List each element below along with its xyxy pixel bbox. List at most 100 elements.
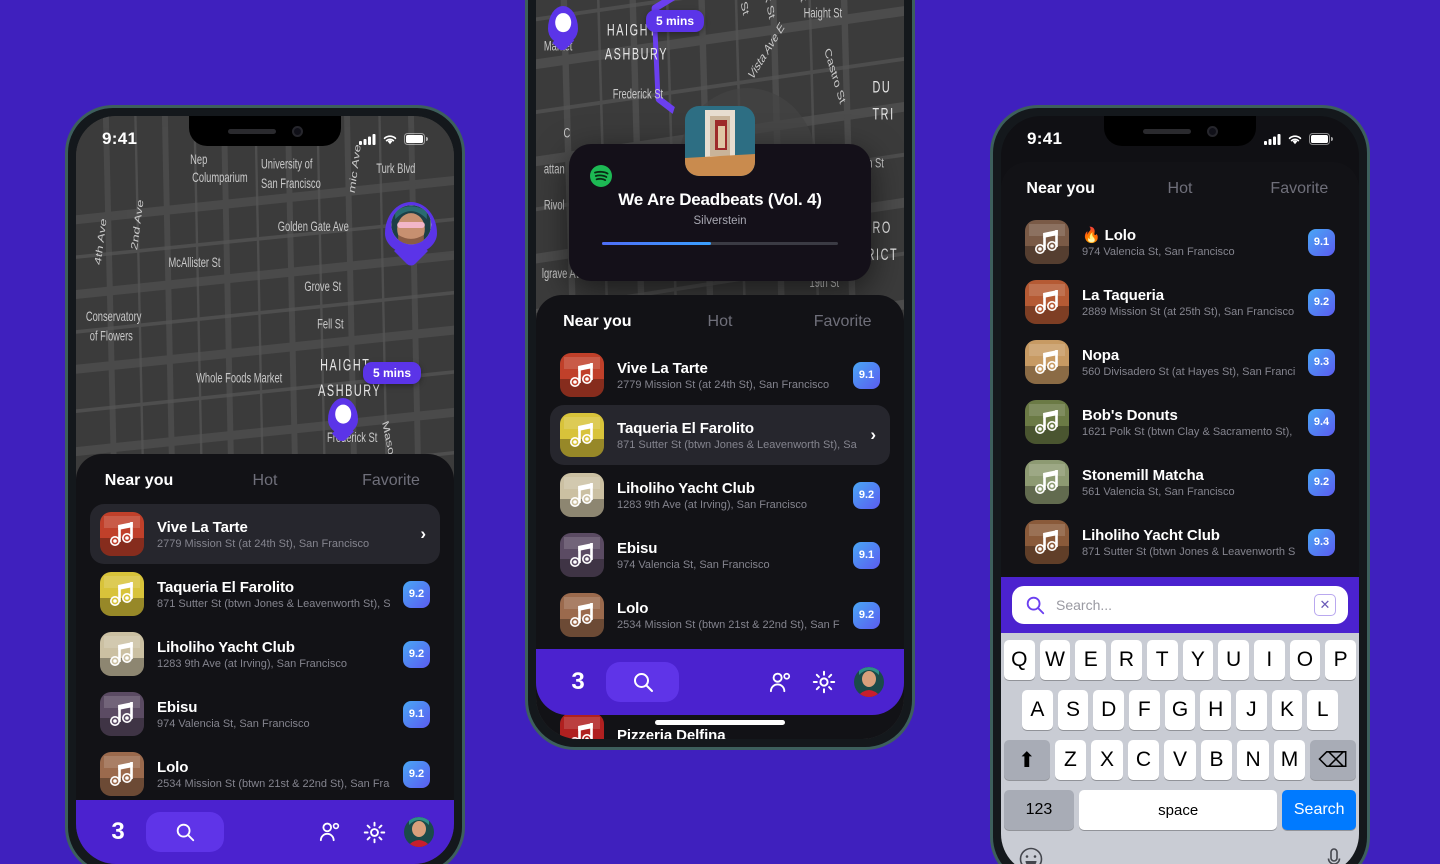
- place-row[interactable]: Taqueria El Farolito 871 Sutter St (btwn …: [550, 405, 890, 465]
- place-thumbnail-art: [560, 413, 604, 457]
- tab-favorite[interactable]: Favorite: [328, 472, 454, 490]
- tab-near-you[interactable]: Near you: [1001, 180, 1120, 198]
- emoji-icon[interactable]: [1018, 846, 1044, 864]
- place-name: Lolo: [617, 599, 649, 617]
- tab-hot[interactable]: Hot: [202, 472, 328, 490]
- place-thumbnail: [100, 752, 144, 796]
- tab-near-you[interactable]: Near you: [536, 313, 659, 331]
- key-h[interactable]: H: [1200, 690, 1232, 730]
- search-icon: [633, 673, 653, 692]
- nav-settings-button[interactable]: [802, 670, 846, 694]
- place-row[interactable]: Lolo 2534 Mission St (btwn 21st & 22nd St…: [550, 585, 890, 645]
- tab-near-you[interactable]: Near you: [76, 472, 202, 490]
- search-return-key[interactable]: Search: [1282, 790, 1356, 830]
- key-w[interactable]: W: [1039, 640, 1071, 680]
- key-i[interactable]: I: [1253, 640, 1285, 680]
- place-thumbnail-art: [1025, 520, 1069, 564]
- track-progress-bar[interactable]: [602, 242, 838, 245]
- place-row[interactable]: Liholiho Yacht Club 871 Sutter St (btwn J…: [1015, 512, 1345, 572]
- svg-text:Haight St: Haight St: [804, 5, 843, 22]
- microphone-icon[interactable]: [1326, 846, 1342, 864]
- nav-profile-avatar[interactable]: [854, 667, 884, 697]
- nav-profile-avatar[interactable]: [404, 817, 434, 847]
- numbers-key[interactable]: 123: [1004, 790, 1074, 830]
- tab-hot[interactable]: Hot: [1120, 180, 1239, 198]
- key-c[interactable]: C: [1127, 740, 1160, 780]
- place-row[interactable]: Vive La Tarte 2779 Mission St (at 24th St…: [550, 345, 890, 405]
- svg-text:McAllister St: McAllister St: [169, 254, 221, 271]
- backspace-key[interactable]: ⌫: [1310, 740, 1357, 780]
- map-pin-avatar[interactable]: [385, 202, 437, 269]
- key-y[interactable]: Y: [1182, 640, 1214, 680]
- key-x[interactable]: X: [1091, 740, 1123, 780]
- tab-hot[interactable]: Hot: [659, 313, 782, 331]
- people-icon: [769, 672, 790, 692]
- place-row[interactable]: Liholiho Yacht Club 1283 9th Ave (at Irvi…: [550, 465, 890, 525]
- tab-favorite[interactable]: Favorite: [781, 313, 904, 331]
- place-address: 2779 Mission St (at 24th St), San Franci…: [617, 378, 830, 391]
- key-o[interactable]: O: [1289, 640, 1321, 680]
- place-row[interactable]: Nopa 560 Divisadero St (at Hayes St), San…: [1015, 332, 1345, 392]
- place-row[interactable]: 🔥 Lolo 974 Valencia St, San Francisco 9.1: [1015, 212, 1345, 272]
- place-row[interactable]: Vive La Tarte 2779 Mission St (at 24th St…: [90, 504, 440, 564]
- map-pin-destination[interactable]: [328, 398, 358, 443]
- place-row[interactable]: Liholiho Yacht Club 1283 9th Ave (at Irvi…: [90, 624, 440, 684]
- key-g[interactable]: G: [1164, 690, 1196, 730]
- app-logo[interactable]: 3: [96, 818, 140, 846]
- key-n[interactable]: N: [1237, 740, 1269, 780]
- space-key[interactable]: space: [1078, 790, 1278, 830]
- key-j[interactable]: J: [1236, 690, 1267, 730]
- svg-text:Golden Gate Ave: Golden Gate Ave: [278, 218, 349, 235]
- svg-text:ASHBURY: ASHBURY: [605, 44, 668, 63]
- keyboard-row-2: ASDFGHJKL: [1004, 690, 1356, 730]
- place-row[interactable]: Stonemill Matcha 561 Valencia St, San Fra…: [1015, 452, 1345, 512]
- key-l[interactable]: L: [1307, 690, 1339, 730]
- tab-favorite[interactable]: Favorite: [1240, 180, 1359, 198]
- place-address: 1283 9th Ave (at Irving), San Francisco: [157, 657, 347, 670]
- search-input[interactable]: Search... ✕: [1012, 586, 1348, 624]
- key-q[interactable]: Q: [1003, 640, 1035, 680]
- row-chevron-icon[interactable]: ›: [870, 425, 880, 445]
- place-row[interactable]: Lolo 2534 Mission St (btwn 21st & 22nd St…: [90, 744, 440, 804]
- key-a[interactable]: A: [1021, 690, 1053, 730]
- key-s[interactable]: S: [1057, 690, 1089, 730]
- place-row[interactable]: Taqueria El Farolito 871 Sutter St (btwn …: [90, 564, 440, 624]
- place-text: Bob's Donuts 1621 Polk St (btwn Clay & Sa…: [1082, 407, 1295, 438]
- nav-friends-button[interactable]: [758, 671, 802, 694]
- phone-right: 9:41 Near you Hot Favorite 🔥 Lolo 974 Va…: [990, 105, 1370, 864]
- app-logo[interactable]: 3: [556, 668, 600, 696]
- key-m[interactable]: M: [1273, 740, 1306, 780]
- key-e[interactable]: E: [1075, 640, 1107, 680]
- nav-search-button[interactable]: [146, 812, 224, 852]
- row-chevron-icon[interactable]: ›: [420, 524, 430, 544]
- key-r[interactable]: R: [1111, 640, 1142, 680]
- gear-icon: [363, 821, 385, 843]
- key-z[interactable]: Z: [1054, 740, 1087, 780]
- place-thumbnail: [100, 572, 144, 616]
- now-playing-card[interactable]: We Are Deadbeats (Vol. 4) Silverstein: [569, 106, 871, 281]
- place-thumbnail: [1025, 340, 1069, 384]
- place-score-badge: 9.2: [403, 760, 430, 788]
- keyboard-row-3: ⬆ ZXCVBNM ⌫: [1004, 740, 1357, 780]
- place-row[interactable]: La Taqueria 2889 Mission St (at 25th St),…: [1015, 272, 1345, 332]
- clear-search-button[interactable]: ✕: [1314, 594, 1336, 616]
- shift-key[interactable]: ⬆: [1004, 740, 1050, 780]
- key-u[interactable]: U: [1218, 640, 1249, 680]
- map-pin-origin[interactable]: [548, 6, 578, 54]
- key-f[interactable]: F: [1129, 690, 1160, 730]
- place-thumbnail-art: [560, 473, 604, 517]
- nav-search-button[interactable]: [606, 662, 679, 702]
- nav-settings-button[interactable]: [352, 821, 396, 844]
- key-b[interactable]: B: [1200, 740, 1233, 780]
- search-placeholder: Search...: [1056, 597, 1113, 613]
- place-text: 🔥 Lolo 974 Valencia St, San Francisco: [1082, 226, 1295, 258]
- key-t[interactable]: T: [1146, 640, 1178, 680]
- place-row[interactable]: Bob's Donuts 1621 Polk St (btwn Clay & Sa…: [1015, 392, 1345, 452]
- place-row[interactable]: Ebisu 974 Valencia St, San Francisco 9.1: [90, 684, 440, 744]
- place-row[interactable]: Ebisu 974 Valencia St, San Francisco 9.1: [550, 525, 890, 585]
- key-p[interactable]: P: [1325, 640, 1357, 680]
- key-d[interactable]: D: [1093, 690, 1124, 730]
- key-k[interactable]: K: [1271, 690, 1303, 730]
- nav-friends-button[interactable]: [308, 821, 352, 843]
- key-v[interactable]: V: [1164, 740, 1196, 780]
